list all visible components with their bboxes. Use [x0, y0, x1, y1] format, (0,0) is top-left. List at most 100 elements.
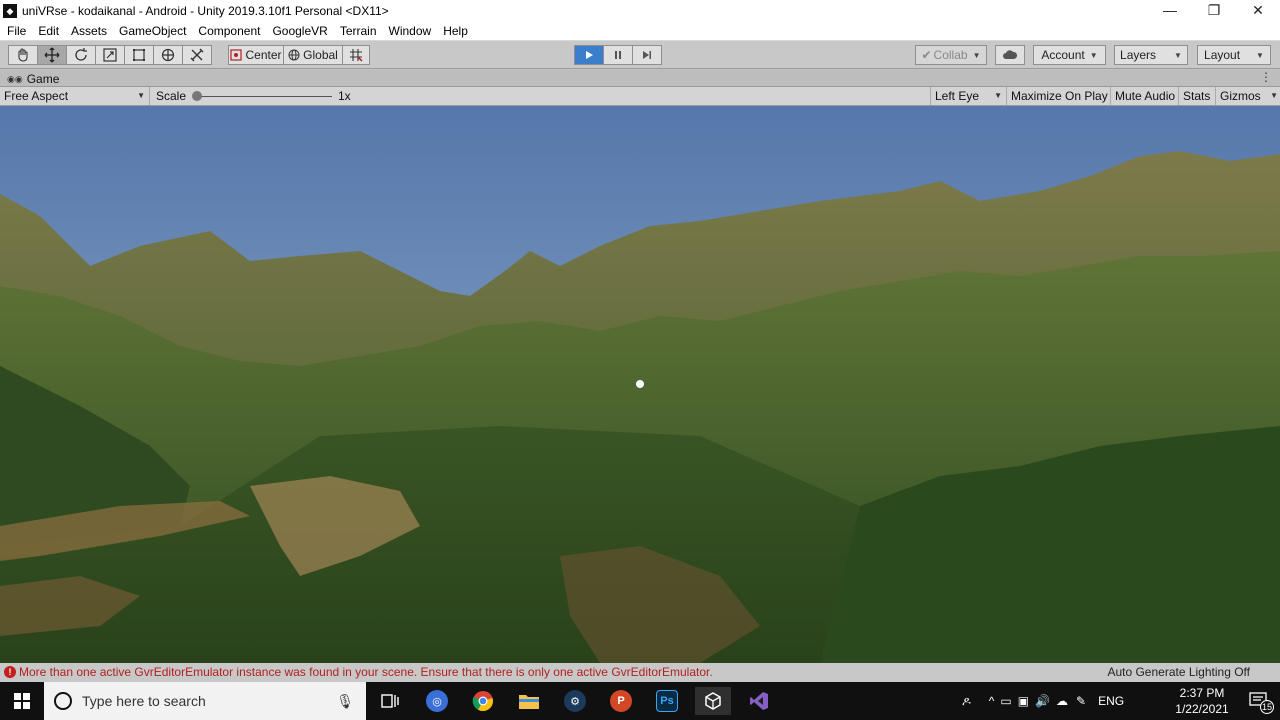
menu-gameobject[interactable]: GameObject [119, 24, 186, 38]
cloud-icon [1003, 50, 1018, 59]
window-titlebar: ◆ uniVRse - kodaikanal - Android - Unity… [0, 0, 1280, 21]
aspect-dropdown[interactable]: Free Aspect ▼ [0, 87, 150, 105]
tab-game-label: Game [26, 72, 60, 86]
rect-icon [133, 49, 145, 61]
menu-window[interactable]: Window [389, 24, 432, 38]
taskbar-app-powerpoint[interactable]: P [603, 687, 639, 715]
taskbar-app-visual-studio[interactable] [741, 687, 777, 715]
play-icon [586, 51, 593, 59]
rotate-tool-button[interactable] [66, 45, 96, 65]
menu-googlevr[interactable]: GoogleVR [272, 24, 327, 38]
input-language[interactable]: ENG [1098, 694, 1124, 708]
clock-date: 1/22/2021 [1175, 702, 1229, 716]
snap-grid-icon [350, 49, 363, 62]
panel-menu-button[interactable]: ⋮ [1260, 70, 1272, 84]
gizmos-dropdown[interactable]: Gizmos ▼ [1215, 87, 1280, 105]
game-viewport[interactable] [0, 106, 1280, 663]
scale-value: 1x [338, 89, 351, 103]
people-icon[interactable]: ዶ [962, 694, 971, 709]
security-icon[interactable]: ▣ [1018, 694, 1029, 708]
chevron-down-icon: ▼ [137, 91, 145, 100]
rotate-icon [75, 48, 87, 61]
pivot-center-button[interactable]: Center [228, 45, 284, 65]
pivot-center-label: Center [245, 48, 282, 62]
step-button[interactable] [632, 45, 662, 65]
cloud-services-button[interactable] [995, 45, 1025, 65]
transform-tool-button[interactable] [153, 45, 183, 65]
cortana-icon [54, 692, 72, 710]
volume-icon[interactable]: 🔊 [1035, 694, 1050, 708]
display-icon[interactable]: ▭ [1000, 694, 1011, 708]
maximize-on-play-toggle[interactable]: Maximize On Play [1006, 87, 1112, 105]
pause-button[interactable] [603, 45, 633, 65]
start-button[interactable] [0, 682, 44, 720]
pen-icon[interactable]: ✎ [1076, 694, 1086, 708]
taskbar-app-file-explorer[interactable] [511, 687, 547, 715]
layout-dropdown[interactable]: Layout ▼ [1197, 45, 1271, 65]
chevron-down-icon: ▼ [1256, 50, 1264, 60]
move-tool-button[interactable] [37, 45, 67, 65]
menu-help[interactable]: Help [443, 24, 468, 38]
menu-file[interactable]: File [7, 24, 26, 38]
pivot-controls: Center Global [228, 45, 370, 65]
scale-tool-button[interactable] [95, 45, 125, 65]
network-icon[interactable]: ☁ [1056, 694, 1068, 708]
taskbar-app-chromium[interactable]: ◎ [419, 687, 455, 715]
terrain-render [0, 106, 1280, 663]
pause-icon [615, 51, 621, 59]
minimize-button[interactable]: — [1148, 0, 1192, 21]
layout-label: Layout [1204, 48, 1241, 62]
console-error-message[interactable]: ! More than one active GvrEditorEmulator… [4, 665, 713, 679]
folder-icon [519, 695, 539, 709]
gizmos-label: Gizmos [1220, 89, 1261, 103]
play-controls [574, 45, 662, 65]
rect-tool-button[interactable] [124, 45, 154, 65]
chromium-icon: ◎ [426, 690, 448, 712]
collab-controls: ✔ Collab ▼ [915, 45, 987, 65]
transform-tools [8, 45, 212, 65]
photoshop-icon: Ps [656, 690, 678, 712]
taskbar-search-box[interactable]: Type here to search 🎙 [44, 682, 366, 720]
taskbar-app-photoshop[interactable]: Ps [649, 687, 685, 715]
notification-count: 15 [1260, 700, 1274, 714]
menu-edit[interactable]: Edit [38, 24, 59, 38]
collab-button[interactable]: ✔ Collab ▼ [915, 45, 987, 65]
search-placeholder: Type here to search [82, 693, 206, 709]
lighting-status: Auto Generate Lighting Off [1107, 665, 1250, 679]
hand-tool-button[interactable] [8, 45, 38, 65]
taskbar-app-steam[interactable]: ⚙ [557, 687, 593, 715]
taskbar-app-chrome[interactable] [465, 687, 501, 715]
space-global-label: Global [303, 48, 338, 62]
snap-settings-button[interactable] [342, 45, 370, 65]
eye-dropdown[interactable]: Left Eye ▼ [930, 87, 1006, 105]
play-button[interactable] [574, 45, 604, 65]
action-center-button[interactable]: 15 [1248, 690, 1274, 714]
checkmark-icon: ✔ [921, 48, 932, 62]
gamepad-icon: ◉◉ [7, 73, 23, 84]
account-dropdown[interactable]: Account ▼ [1033, 45, 1106, 65]
taskbar-app-unity[interactable] [695, 687, 731, 715]
menu-component[interactable]: Component [198, 24, 260, 38]
scale-slider-handle[interactable] [192, 91, 202, 101]
layers-label: Layers [1120, 48, 1157, 62]
close-button[interactable]: ✕ [1236, 0, 1280, 21]
menu-assets[interactable]: Assets [71, 24, 107, 38]
menu-terrain[interactable]: Terrain [340, 24, 377, 38]
scale-slider-track[interactable] [197, 96, 332, 97]
custom-tool-button[interactable] [182, 45, 212, 65]
layers-dropdown[interactable]: Layers ▼ [1114, 45, 1188, 65]
system-clock[interactable]: 2:37 PM 1/22/2021 [1172, 685, 1232, 717]
stats-toggle[interactable]: Stats [1178, 87, 1214, 105]
task-view-button[interactable] [372, 687, 408, 715]
tab-game[interactable]: ◉◉ Game [4, 71, 65, 87]
custom-tool-icon [190, 48, 204, 62]
vr-reticle [636, 380, 644, 388]
space-global-button[interactable]: Global [283, 45, 343, 65]
chevron-up-icon[interactable]: ^ [989, 694, 995, 708]
panel-tab-bar: ◉◉ Game ⋮ [0, 70, 1280, 87]
mute-audio-toggle[interactable]: Mute Audio [1110, 87, 1179, 105]
maximize-button[interactable]: ❐ [1192, 0, 1236, 21]
microphone-icon[interactable]: 🎙 [336, 693, 354, 710]
transform-icon [161, 48, 175, 62]
scale-icon [103, 48, 117, 62]
